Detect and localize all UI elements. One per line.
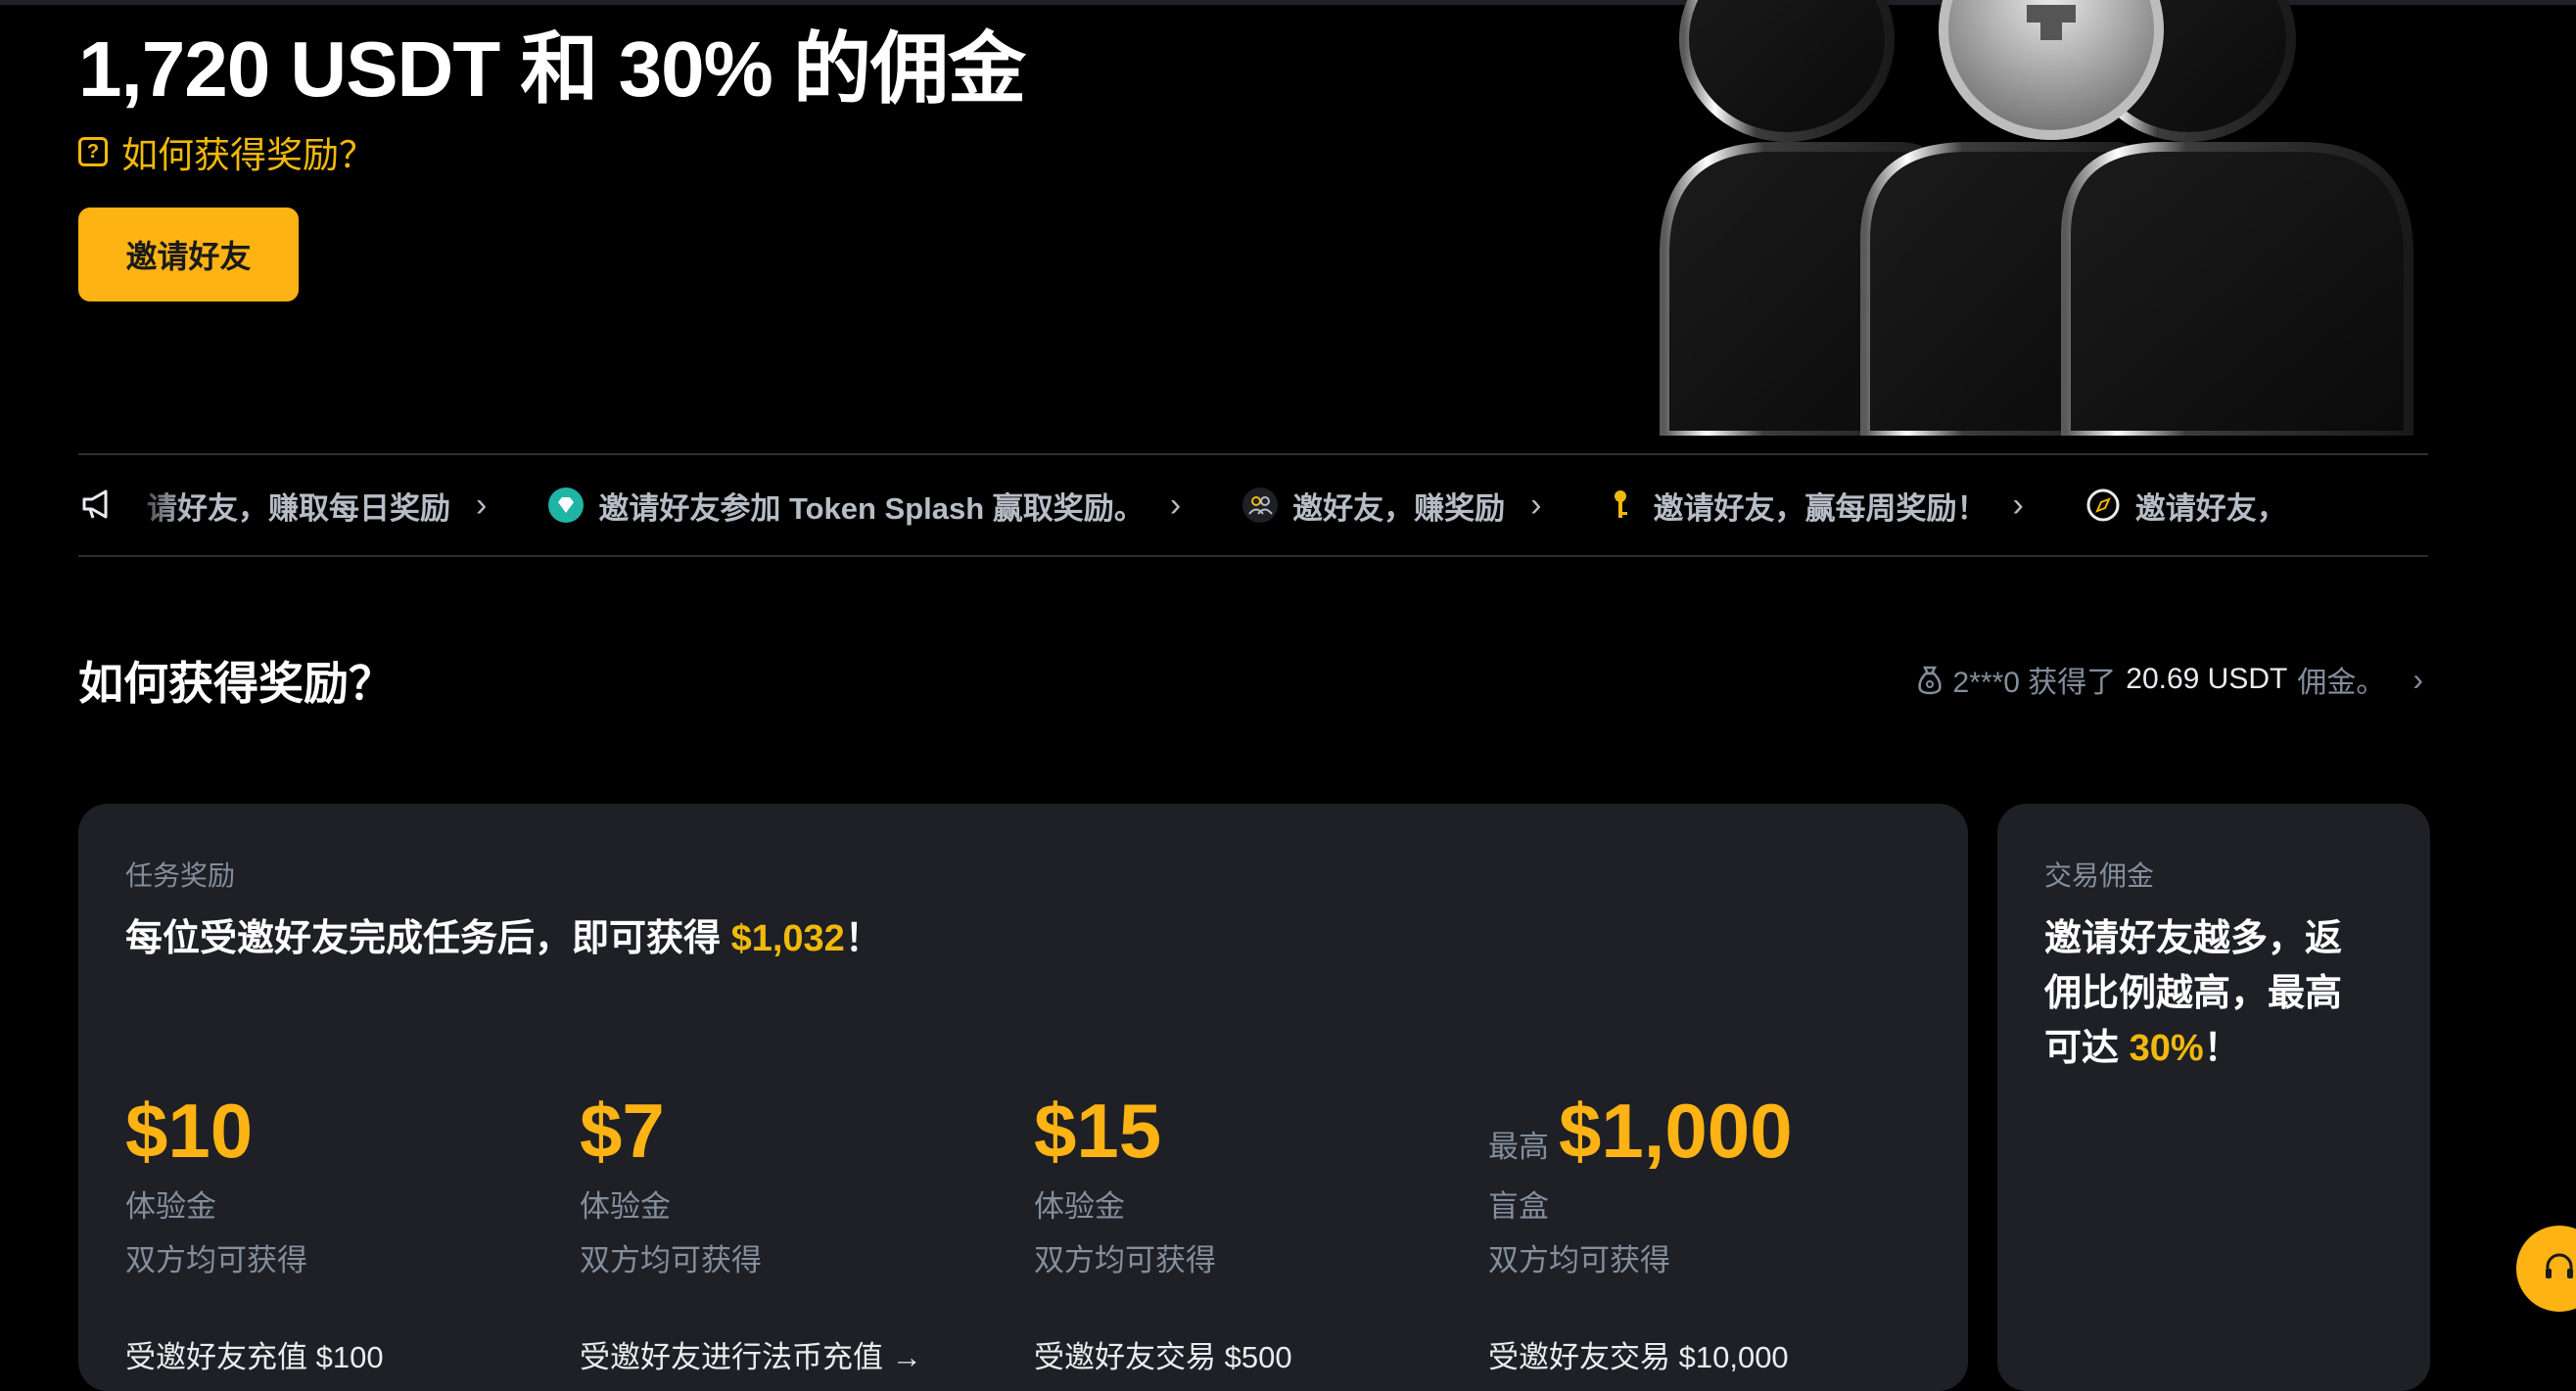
headline-amount: $1,032 [730, 918, 845, 959]
reward-type: 盲盒 [1488, 1189, 1549, 1224]
question-icon: ? [78, 137, 108, 166]
referral-people-illustration [1655, 0, 2418, 436]
money-bag-icon [1917, 666, 1942, 695]
ticker-fade-left [117, 455, 186, 555]
reward-condition: 受邀好友充值 $100 [125, 1340, 384, 1374]
reward-amount: $15 [1034, 1088, 1162, 1174]
fiat-deposit-link[interactable]: 受邀好友进行法币充值 → [580, 1332, 1010, 1376]
ticker-item-label: 邀好友，赚奖励 [1292, 490, 1506, 526]
reward-type: 体验金 [580, 1189, 671, 1224]
task-reward-card: 任务奖励 每位受邀好友完成任务后，即可获得 $1,032！ $10 体验金 双方… [78, 804, 1968, 1391]
commission-headline: 邀请好友越多，返 佣比例越高，最高 可达 30%！ [2044, 911, 2342, 1076]
task-reward-headline: 每位受邀好友完成任务后，即可获得 $1,032！ [125, 911, 882, 966]
ticker-item-invite-earn[interactable]: 邀好友，赚奖励 › [1241, 484, 1541, 528]
commission-line: 佣比例越高，最高 [2044, 973, 2343, 1014]
chevron-right-icon: › [2412, 661, 2423, 697]
headline-text: 每位受邀好友完成任务后，即可获得 [125, 918, 722, 959]
headset-icon [2546, 1253, 2573, 1278]
earning-suffix: 佣金。 [2297, 667, 2386, 699]
reward-trade-500: $15 体验金 双方均可获得 受邀好友交易 $500 [1034, 1088, 1465, 1376]
ticker-track: 请好友，赚取每日奖励 › 邀请好友参加 Token Splash 赢取奖励。 ›… [147, 455, 2348, 555]
reward-amount: $10 [125, 1088, 254, 1174]
chevron-right-icon: › [1169, 486, 1182, 524]
ticker-item-daily[interactable]: 请好友，赚取每日奖励 › [147, 484, 487, 528]
key-icon [1602, 487, 1639, 524]
ticker-item-label: 请好友，赚取每日奖励 [147, 490, 450, 526]
commission-line: 可达 [2044, 1028, 2130, 1069]
reward-amount: $1,000 [1559, 1088, 1793, 1174]
task-reward-label: 任务奖励 [125, 860, 236, 891]
reward-prefix: 最高 [1488, 1130, 1549, 1164]
section-title: 如何获得奖励？ [78, 658, 394, 709]
chevron-right-icon: › [2012, 486, 2024, 524]
megaphone-icon [82, 489, 108, 519]
ticker-item-label: 邀请好友参加 Token Splash 赢取奖励。 [598, 490, 1145, 526]
diamond-icon [547, 487, 585, 524]
chevron-right-icon: › [1530, 486, 1542, 524]
invite-friends-button[interactable]: 邀请好友 [78, 208, 299, 301]
earning-amount: 20.69 USDT [2126, 663, 2288, 695]
reward-amount: $7 [580, 1088, 665, 1174]
reward-mystery-box: 最高 $1,000 盲盒 双方均可获得 受邀好友交易 $10,000 [1488, 1088, 1919, 1376]
reward-both-sides: 双方均可获得 [1034, 1243, 1216, 1277]
hero-title: 1,720 USDT 和 30% 的佣金 [78, 25, 1026, 113]
how-to-earn-link-label: 如何获得奖励？ [121, 135, 375, 175]
commission-punct: ！ [2203, 1028, 2241, 1069]
trading-commission-card: 交易佣金 邀请好友越多，返 佣比例越高，最高 可达 30%！ [1997, 804, 2430, 1391]
chevron-right-icon: › [476, 486, 488, 524]
reward-type: 体验金 [125, 1189, 216, 1224]
recent-earning-notice[interactable]: 2***0 获得了 20.69 USDT 佣金。 › [1916, 658, 2423, 701]
ticker-item-weekly[interactable]: 邀请好友，赢每周奖励！ › [1602, 484, 2024, 528]
earning-user: 2***0 获得了 [1952, 667, 2117, 699]
reward-fiat-deposit: $7 体验金 双方均可获得 受邀好友进行法币充值 → [580, 1088, 1010, 1376]
reward-both-sides: 双方均可获得 [1488, 1243, 1670, 1277]
ticker-item-label: 邀请好友， [2134, 490, 2287, 526]
reward-condition: 受邀好友交易 $500 [1034, 1340, 1292, 1374]
how-to-earn-link[interactable]: ? 如何获得奖励？ [78, 125, 375, 178]
announcement-ticker: 请好友，赚取每日奖励 › 邀请好友参加 Token Splash 赢取奖励。 ›… [78, 453, 2428, 557]
headline-punct: ！ [844, 918, 882, 959]
commission-label: 交易佣金 [2044, 860, 2155, 891]
reward-both-sides: 双方均可获得 [580, 1243, 762, 1277]
compass-icon [2084, 487, 2122, 524]
users-icon [1241, 487, 1279, 524]
commission-line: 邀请好友越多，返 [2044, 918, 2343, 959]
reward-type: 体验金 [1034, 1189, 1125, 1224]
reward-deposit: $10 体验金 双方均可获得 受邀好友充值 $100 [125, 1088, 556, 1376]
ticker-fade-right [2350, 455, 2428, 555]
ticker-item-token-splash[interactable]: 邀请好友参加 Token Splash 赢取奖励。 › [547, 484, 1181, 528]
reward-both-sides: 双方均可获得 [125, 1243, 307, 1277]
commission-rate: 30% [2129, 1028, 2204, 1069]
ticker-item-label: 邀请好友，赢每周奖励！ [1653, 490, 1988, 526]
reward-condition: 受邀好友交易 $10,000 [1488, 1340, 1789, 1374]
customer-support-button[interactable] [2516, 1226, 2576, 1312]
ticker-item-compass[interactable]: 邀请好友， [2084, 484, 2287, 528]
